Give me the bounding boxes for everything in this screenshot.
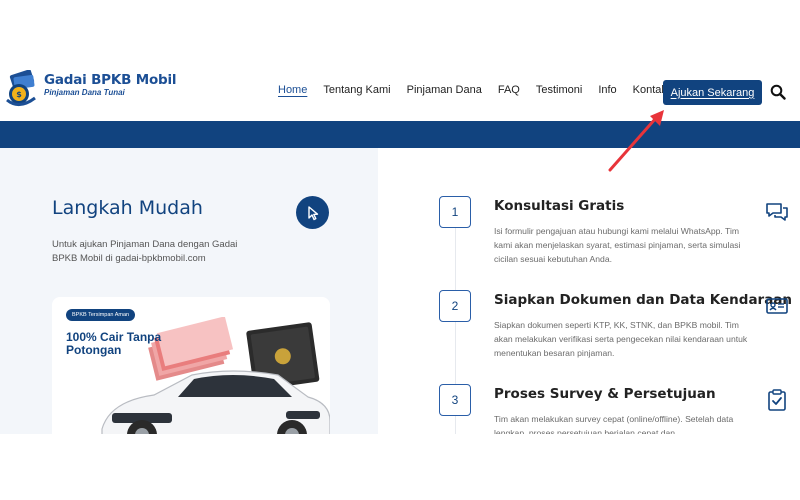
svg-text:$: $ [16,90,22,99]
step-number: 2 [439,290,471,322]
chat-icon [765,200,789,224]
promo-card: BPKB Tersimpan Aman 100% Cair Tanpa Poto… [52,297,330,434]
nav-testimoni[interactable]: Testimoni [536,84,582,96]
promo-headline: 100% Cair Tanpa Potongan [66,330,162,357]
step-number: 1 [439,196,471,228]
step-title: Proses Survey & Persetujuan [494,386,716,402]
section-description: Untuk ajukan Pinjaman Dana dengan Gadai … [52,239,238,264]
nav-tentang-kami[interactable]: Tentang Kami [323,84,390,96]
site-header: $ Gadai BPKB Mobil Pinjaman Dana Tunai H… [0,62,800,120]
nav-kontak[interactable]: Kontak [633,84,667,96]
ajukan-sekarang-button[interactable]: Ajukan Sekarang [663,80,762,105]
step-text: Siapkan dokumen seperti KTP, KK, STNK, d… [494,320,748,358]
nav-pinjaman-dana[interactable]: Pinjaman Dana [407,84,482,96]
id-card-icon [765,294,789,318]
search-icon[interactable] [770,84,786,100]
cursor-icon [307,205,318,220]
promo-badge: BPKB Tersimpan Aman [66,309,136,321]
clipboard-check-icon [765,388,789,412]
brand-tagline: Pinjaman Dana Tunai [44,88,125,97]
step-title: Konsultasi Gratis [494,198,625,214]
nav-home[interactable]: Home [278,84,307,96]
brand-name: Gadai BPKB Mobil [44,72,177,88]
brand-logo[interactable]: $ Gadai BPKB Mobil Pinjaman Dana Tunai [5,69,177,108]
nav-info[interactable]: Info [598,84,616,96]
step-number: 3 [439,384,471,416]
logo-text: Gadai BPKB Mobil Pinjaman Dana Tunai [44,72,177,97]
hero-band [0,121,800,148]
logo-mark-icon: $ [5,69,41,108]
arrow-annotation-icon [600,104,670,174]
cta-label: Ajukan Sekarang [670,86,755,99]
nav-faq[interactable]: FAQ [498,84,520,96]
step-text: Isi formulir pengajuan atau hubungi kami… [494,226,741,264]
step-title: Siapkan Dokumen dan Data Kendaraan [494,292,793,308]
section-title: Langkah Mudah [52,197,203,219]
main-nav: Home Tentang Kami Pinjaman Dana FAQ Test… [278,84,683,96]
intro-panel: Langkah Mudah Untuk ajukan Pinjaman Dana… [0,148,378,434]
cursor-button[interactable] [296,196,329,229]
page-bottom [0,434,800,500]
